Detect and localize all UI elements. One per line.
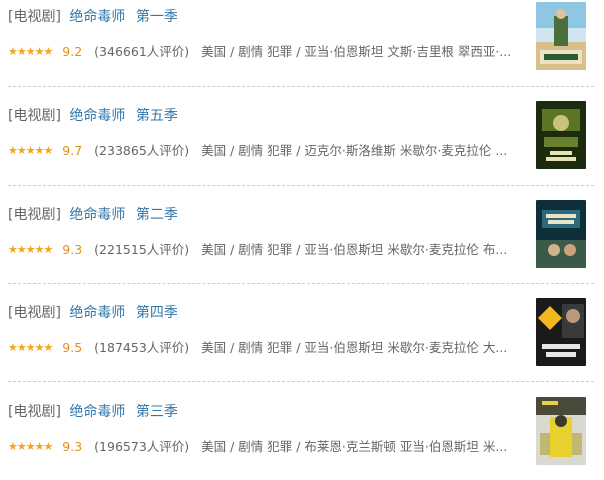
rating-score: 9.2 [62,44,83,59]
result-item: [电视剧] 绝命毒师 第五季 ★★★★★ 9.7 (233865人评价) 美国 … [8,101,598,181]
poster-image [536,2,586,70]
result-season-link[interactable]: 第四季 [136,305,178,321]
result-title[interactable]: [电视剧] 绝命毒师 第四季 [8,302,178,322]
poster-image [536,397,586,465]
result-name-link[interactable]: 绝命毒师 [69,207,125,223]
result-abstract: 美国 / 剧情 犯罪 / 迈克尔·斯洛维斯 米歇尔·麦克拉伦 ... [201,143,508,158]
result-meta: ★★★★★ 9.5 (187453人评价) 美国 / 剧情 犯罪 / 亚当·伯恩… [8,337,518,356]
result-title[interactable]: [电视剧] 绝命毒师 第三季 [8,401,178,421]
search-results-list: [电视剧] 绝命毒师 第一季 ★★★★★ 9.2 (346661人评价) 美国 … [0,0,604,480]
poster-image [536,101,586,169]
rating-count[interactable]: (196573人评价) [94,439,189,454]
result-meta: ★★★★★ 9.2 (346661人评价) 美国 / 剧情 犯罪 / 亚当·伯恩… [8,41,518,60]
result-meta: ★★★★★ 9.3 (221515人评价) 美国 / 剧情 犯罪 / 亚当·伯恩… [8,239,518,258]
rating-stars: ★★★★★ [8,45,53,58]
rating-score: 9.3 [62,439,83,454]
result-abstract: 美国 / 剧情 犯罪 / 亚当·伯恩斯坦 米歇尔·麦克拉伦 大... [201,340,508,355]
result-season-link[interactable]: 第二季 [136,207,178,223]
poster-image [536,200,586,268]
poster-thumbnail[interactable] [536,298,586,366]
poster-thumbnail[interactable] [536,101,586,169]
rating-count[interactable]: (187453人评价) [94,340,189,355]
result-category: [电视剧] [8,207,61,223]
result-meta: ★★★★★ 9.7 (233865人评价) 美国 / 剧情 犯罪 / 迈克尔·斯… [8,140,518,159]
result-name-link[interactable]: 绝命毒师 [69,108,125,124]
result-item: [电视剧] 绝命毒师 第二季 ★★★★★ 9.3 (221515人评价) 美国 … [8,200,598,280]
rating-stars: ★★★★★ [8,144,53,157]
divider [8,185,594,186]
rating-stars: ★★★★★ [8,341,53,354]
result-category: [电视剧] [8,305,61,321]
result-meta: ★★★★★ 9.3 (196573人评价) 美国 / 剧情 犯罪 / 布莱恩·克… [8,436,518,455]
rating-stars: ★★★★★ [8,243,53,256]
result-title[interactable]: [电视剧] 绝命毒师 第二季 [8,204,178,224]
result-abstract: 美国 / 剧情 犯罪 / 布莱恩·克兰斯顿 亚当·伯恩斯坦 米... [201,439,508,454]
result-title[interactable]: [电视剧] 绝命毒师 第一季 [8,6,178,26]
result-name-link[interactable]: 绝命毒师 [69,305,125,321]
result-season-link[interactable]: 第三季 [136,404,178,420]
result-title[interactable]: [电视剧] 绝命毒师 第五季 [8,105,178,125]
rating-count[interactable]: (346661人评价) [94,44,189,59]
rating-score: 9.5 [62,340,83,355]
result-name-link[interactable]: 绝命毒师 [69,9,125,25]
result-item: [电视剧] 绝命毒师 第一季 ★★★★★ 9.2 (346661人评价) 美国 … [8,2,598,82]
result-season-link[interactable]: 第五季 [136,108,178,124]
divider [8,381,594,382]
poster-thumbnail[interactable] [536,200,586,268]
result-item: [电视剧] 绝命毒师 第四季 ★★★★★ 9.5 (187453人评价) 美国 … [8,298,598,378]
rating-count[interactable]: (233865人评价) [94,143,189,158]
result-name-link[interactable]: 绝命毒师 [69,404,125,420]
rating-score: 9.7 [62,143,83,158]
result-item: [电视剧] 绝命毒师 第三季 ★★★★★ 9.3 (196573人评价) 美国 … [8,397,598,477]
rating-count[interactable]: (221515人评价) [94,242,189,257]
divider [8,86,594,87]
rating-score: 9.3 [62,242,83,257]
result-category: [电视剧] [8,9,61,25]
rating-stars: ★★★★★ [8,440,53,453]
poster-thumbnail[interactable] [536,2,586,70]
result-abstract: 美国 / 剧情 犯罪 / 亚当·伯恩斯坦 米歇尔·麦克拉伦 布... [201,242,508,257]
result-category: [电视剧] [8,404,61,420]
poster-image [536,298,586,366]
result-abstract: 美国 / 剧情 犯罪 / 亚当·伯恩斯坦 文斯·吉里根 翠西亚·... [201,44,512,59]
result-category: [电视剧] [8,108,61,124]
divider [8,283,594,284]
poster-thumbnail[interactable] [536,397,586,465]
result-season-link[interactable]: 第一季 [136,9,178,25]
